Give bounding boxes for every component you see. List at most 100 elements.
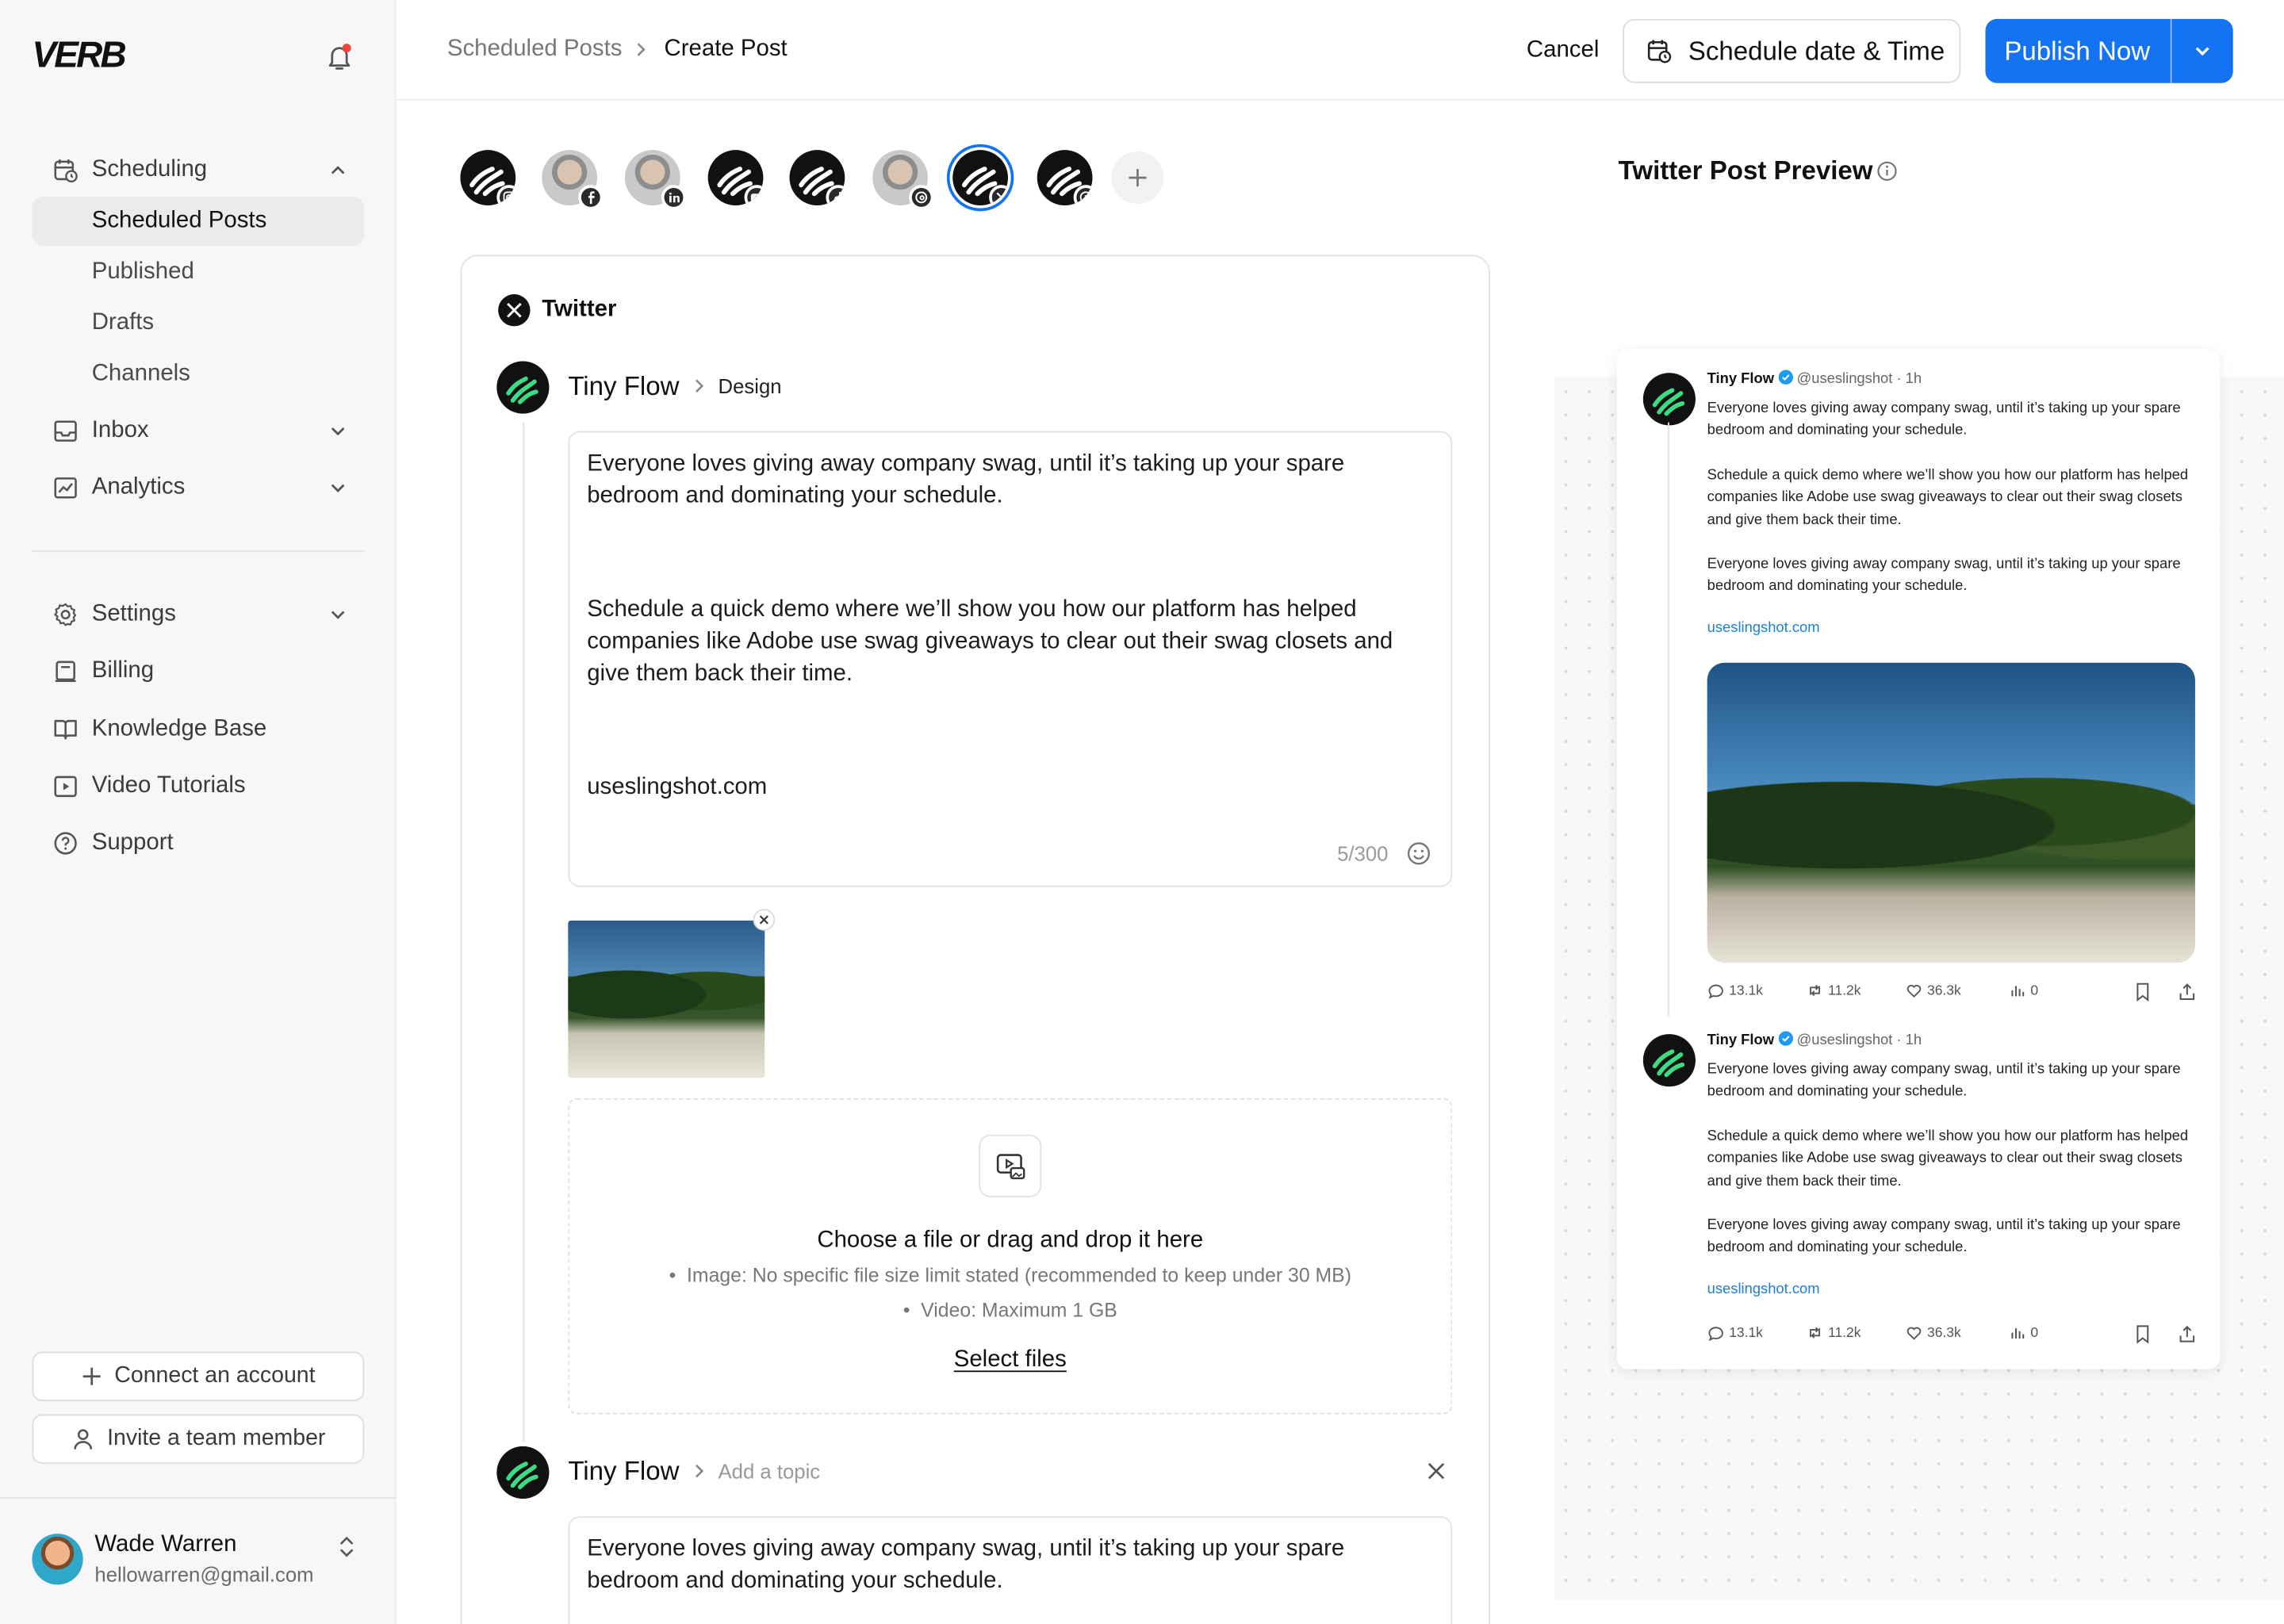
nav-settings-label: Settings: [91, 601, 176, 626]
sidebar: VERB Scheduling Scheduled Posts Publishe…: [0, 0, 397, 1624]
tweet-likes[interactable]: 36.3k: [1905, 982, 1961, 999]
schedule-button[interactable]: Schedule date & Time: [1623, 18, 1961, 83]
nav-knowledge-base[interactable]: Knowledge Base: [32, 705, 364, 754]
account-x[interactable]: [952, 150, 1009, 205]
heart-icon: [1907, 1327, 1922, 1340]
tweet-author: Tiny Flow: [1707, 371, 1775, 388]
thread-line: [523, 422, 525, 1442]
sidebar-divider: [32, 550, 365, 553]
publish-now-button[interactable]: Publish Now: [1985, 18, 2233, 83]
post-text-editor[interactable]: Everyone loves giving away company swag,…: [568, 431, 1453, 887]
tweet-link[interactable]: useslingshot.com: [1707, 1281, 1820, 1297]
plus-icon: [82, 1367, 100, 1385]
tweet-image[interactable]: [1707, 662, 2195, 963]
nav-settings[interactable]: Settings: [32, 590, 364, 639]
tweet-replies[interactable]: 13.1k: [1707, 982, 1763, 999]
avatar: [32, 1534, 83, 1585]
tweet-paragraph: Everyone loves giving away company swag,…: [1707, 1217, 2181, 1256]
topic-selector[interactable]: Design: [719, 374, 782, 397]
add-topic-input[interactable]: Add a topic: [719, 1459, 821, 1482]
heart-icon: [1907, 984, 1922, 998]
account-facebook[interactable]: [542, 150, 604, 210]
tweet-replies-count: 13.1k: [1729, 1324, 1763, 1341]
tweet-views[interactable]: 0: [2009, 1324, 2038, 1342]
tweet-retweets[interactable]: 11.2k: [1807, 982, 1861, 999]
retweet-icon: [1810, 984, 1820, 997]
tweet-paragraph: Schedule a quick demo where we’ll show y…: [1707, 467, 2189, 529]
cancel-button[interactable]: Cancel: [1527, 38, 1599, 64]
bookmark-icon[interactable]: [2134, 1324, 2152, 1345]
account-instagram[interactable]: [460, 150, 516, 205]
tweet-paragraph: Everyone loves giving away company swag,…: [1707, 1062, 2181, 1101]
tweet-paragraph: Everyone loves giving away company swag,…: [1707, 556, 2181, 595]
remove-media-button[interactable]: [753, 909, 776, 931]
nav-knowledge-base-label: Knowledge Base: [91, 716, 267, 741]
add-account-button[interactable]: [1111, 151, 1164, 205]
nav-support[interactable]: Support: [32, 818, 364, 868]
upload-video-rule-text: Video: Maximum 1 GB: [921, 1299, 1117, 1321]
info-icon[interactable]: [1876, 160, 1899, 182]
breadcrumb-parent[interactable]: Scheduled Posts: [447, 36, 623, 63]
tweet-likes[interactable]: 36.3k: [1905, 1324, 1961, 1342]
tweet-link[interactable]: useslingshot.com: [1707, 620, 1820, 636]
invite-member-button[interactable]: Invite a team member: [32, 1414, 365, 1464]
nav-analytics[interactable]: Analytics: [32, 463, 364, 512]
nav-video-tutorials[interactable]: Video Tutorials: [32, 762, 364, 811]
nav-billing-label: Billing: [91, 658, 155, 684]
publish-now-label: Publish Now: [2004, 36, 2151, 65]
emoji-icon[interactable]: [1405, 841, 1431, 867]
tweet-replies[interactable]: 13.1k: [1707, 1324, 1763, 1342]
x-icon: [989, 185, 1009, 205]
tweet-likes-count: 36.3k: [1926, 1324, 1961, 1341]
nav-scheduling[interactable]: Scheduling: [32, 146, 364, 195]
chevron-right-icon: [637, 43, 646, 56]
tweet-header: Tiny Flow @useslingshot · 1h: [1707, 1031, 1922, 1048]
close-icon[interactable]: [1426, 1461, 1447, 1481]
account-youtube[interactable]: [707, 150, 764, 205]
tweet-views[interactable]: 0: [2009, 982, 2038, 999]
tweet-author: Tiny Flow: [1707, 1032, 1775, 1049]
billing-icon: [52, 658, 79, 684]
plus-icon: [1129, 169, 1147, 187]
publish-dropdown-chevron-icon[interactable]: [2172, 40, 2233, 63]
account-threads[interactable]: [872, 150, 934, 210]
bookmark-icon[interactable]: [2134, 982, 2152, 1002]
nav-video-tutorials-label: Video Tutorials: [91, 773, 246, 799]
nav-drafts[interactable]: Drafts: [32, 299, 364, 348]
linkedin-icon: [661, 185, 687, 210]
user-profile[interactable]: Wade Warren hellowarren@gmail.com: [0, 1497, 397, 1624]
post-text-editor[interactable]: Everyone loves giving away company swag,…: [568, 1516, 1453, 1624]
select-files-link[interactable]: Select files: [568, 1347, 1452, 1373]
media-upload-icon: [979, 1134, 1042, 1197]
chevron-down-icon: [326, 477, 349, 500]
notification-bell-icon[interactable]: [324, 40, 355, 72]
nav-published[interactable]: Published: [32, 247, 364, 297]
facebook-icon: [578, 185, 604, 210]
help-circle-icon: [52, 830, 79, 856]
nav-inbox[interactable]: Inbox: [32, 406, 364, 455]
connect-account-button[interactable]: Connect an account: [32, 1351, 365, 1401]
calendar-clock-icon: [52, 157, 79, 183]
preview-header-area: [1554, 100, 2284, 377]
account-pinterest[interactable]: [1037, 150, 1093, 205]
account-tiktok[interactable]: [789, 150, 845, 205]
tweet-retweets-count: 11.2k: [1828, 1324, 1861, 1341]
retweet-icon: [1810, 1327, 1820, 1339]
post-paragraph: Everyone loves giving away company swag,…: [587, 1536, 1345, 1594]
chevron-down-icon: [326, 603, 349, 626]
breadcrumb-current: Create Post: [664, 36, 788, 62]
tweet-retweets[interactable]: 11.2k: [1807, 1324, 1861, 1342]
nav-channels[interactable]: Channels: [32, 350, 364, 399]
analytics-icon: [52, 475, 79, 501]
media-thumbnail[interactable]: [568, 920, 765, 1078]
share-icon[interactable]: [2178, 1324, 2197, 1345]
chevron-right-icon: [696, 379, 704, 393]
account-linkedin[interactable]: [624, 150, 687, 210]
nav-scheduling-label: Scheduling: [91, 157, 208, 182]
share-icon[interactable]: [2178, 982, 2197, 1002]
app-logo: VERB: [32, 35, 126, 76]
nav-scheduled-posts[interactable]: Scheduled Posts: [32, 196, 365, 247]
nav-billing[interactable]: Billing: [32, 647, 364, 696]
post-link: useslingshot.com: [587, 775, 768, 800]
preview-title: Twitter Post Preview: [1618, 155, 1873, 186]
